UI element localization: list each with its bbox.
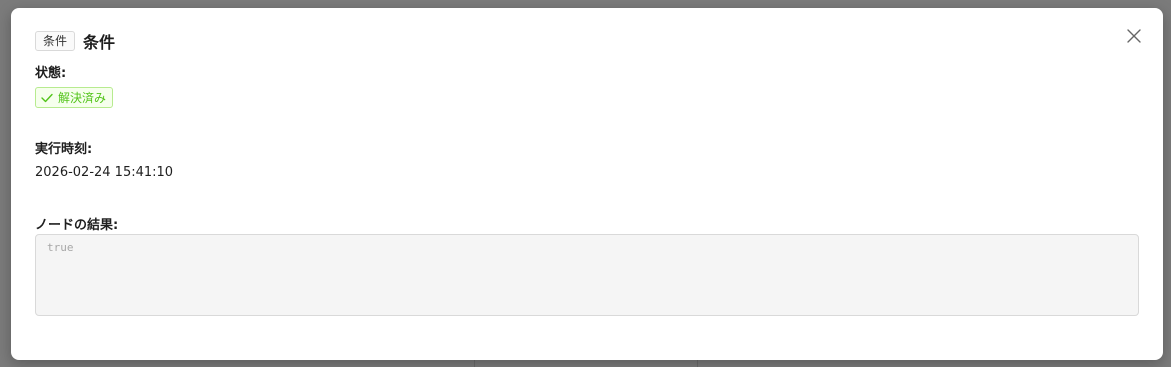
modal-header: 条件 条件 (35, 29, 115, 53)
node-result-label: ノードの結果: (35, 218, 119, 233)
close-icon (1127, 29, 1141, 43)
modal-title: 条件 (83, 33, 116, 52)
node-detail-modal: 条件 条件 状態: 解決済み 実行時刻: 2026-02-24 15:41:10… (11, 8, 1163, 360)
status-badge: 解決済み (35, 87, 114, 108)
check-icon (41, 93, 53, 102)
close-button[interactable] (1125, 27, 1143, 45)
status-label: 状態: (35, 66, 67, 81)
node-type-tag: 条件 (35, 31, 76, 51)
execution-time-label: 実行時刻: (35, 142, 93, 157)
status-value: 解決済み (58, 91, 107, 105)
node-result-field[interactable]: true (35, 234, 1139, 316)
execution-time-value: 2026-02-24 15:41:10 (35, 165, 174, 180)
node-result-value: true (47, 241, 74, 254)
